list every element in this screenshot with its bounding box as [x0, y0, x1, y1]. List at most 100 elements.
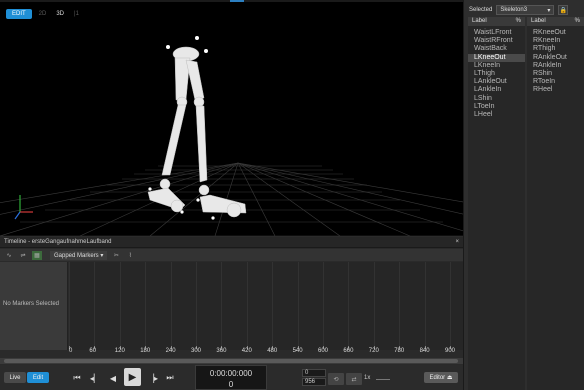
- grid-line: [399, 262, 401, 350]
- fill-gap-icon[interactable]: ⌇: [125, 251, 135, 260]
- ruler-tick-label: 600: [318, 348, 329, 354]
- header-label: Label: [472, 18, 487, 24]
- bounce-icon[interactable]: ⇄: [346, 373, 362, 385]
- label-item[interactable]: LAnkleOut: [468, 78, 525, 86]
- label-item[interactable]: LAnkleIn: [468, 86, 525, 94]
- selected-row: Selected Skeleton3 ▾ 🔒: [469, 5, 569, 15]
- label-item[interactable]: RShin: [527, 70, 584, 78]
- play-reverse-icon[interactable]: ◀: [106, 372, 120, 384]
- skip-to-end-icon[interactable]: ⏭: [163, 372, 177, 384]
- tab-edit[interactable]: EDIT: [6, 9, 32, 19]
- header-percent: %: [515, 18, 521, 24]
- label-column-header: Label %: [527, 17, 584, 26]
- ruler-tick-label: 60: [89, 348, 97, 354]
- label-item[interactable]: LToeIn: [468, 103, 525, 111]
- label-item[interactable]: RAnkleOut: [527, 54, 584, 62]
- label-item[interactable]: RThigh: [527, 45, 584, 53]
- labeling-panel: Selected Skeleton3 ▾ 🔒 Label % WaistLFro…: [463, 0, 584, 390]
- floor-grid: [0, 162, 463, 236]
- play-button[interactable]: ▶: [124, 368, 141, 386]
- grid-line: [297, 262, 299, 350]
- timeline-scrollbar[interactable]: [0, 358, 463, 364]
- ruler-tick-label: 480: [267, 348, 278, 354]
- link-icon[interactable]: ⇌: [18, 251, 28, 260]
- label-item[interactable]: LThigh: [468, 70, 525, 78]
- label-item[interactable]: WaistBack: [468, 45, 525, 53]
- tab-2d[interactable]: 2D: [36, 10, 50, 18]
- grid-line: [119, 262, 121, 350]
- frame-ruler[interactable]: 0 60 120 180 240 300 360 420 480 540 600 660 720 780 8…: [69, 346, 463, 357]
- skeleton-legs: [147, 46, 247, 218]
- grid-line: [170, 262, 172, 350]
- grid-icon[interactable]: ▦: [32, 250, 42, 260]
- grid-line: [196, 262, 197, 350]
- transport-bar: Live Edit ⏮ ◂▏ ◀ ▶ ▕▸ ⏭ 0:00:00:000 0 0 …: [0, 365, 463, 390]
- 3d-viewport[interactable]: EDIT 2D 3D |1: [0, 0, 463, 236]
- selected-label: Selected: [469, 7, 493, 13]
- label-column-header: Label %: [468, 17, 525, 26]
- grid-line: [69, 262, 70, 350]
- label-item[interactable]: RKneeIn: [527, 37, 584, 45]
- label-item[interactable]: RAnkleIn: [527, 62, 584, 70]
- speed-value[interactable]: 1x: [364, 375, 370, 381]
- label-item[interactable]: LShin: [468, 95, 525, 103]
- timeline-panel: Timeline - ersteGangaufnahmeLaufband × ∿…: [0, 237, 463, 365]
- label-column-left: Label % WaistLFront WaistRFront WaistBac…: [468, 17, 525, 390]
- label-item-selected[interactable]: LKneeOut: [468, 53, 525, 62]
- ruler-tick-label: 780: [394, 348, 405, 354]
- lock-icon[interactable]: 🔒: [558, 5, 569, 15]
- marker-list-pane: No Markers Selected: [0, 262, 68, 350]
- editor-button[interactable]: Editor ⏏: [424, 372, 458, 383]
- ruler-tick-label: 840: [419, 348, 430, 354]
- scrollbar-thumb[interactable]: [4, 359, 458, 363]
- grid-line: [424, 262, 426, 350]
- timeline-graph[interactable]: [69, 262, 463, 350]
- label-item[interactable]: RHeel: [527, 86, 584, 94]
- chevron-down-icon: ▾: [547, 7, 551, 14]
- frame-value: 0: [228, 380, 234, 389]
- label-item[interactable]: LHeel: [468, 111, 525, 119]
- viewport-top-handle[interactable]: [230, 0, 244, 2]
- skip-to-start-icon[interactable]: ⏮: [70, 372, 84, 384]
- label-column-right: Label % RKneeOut RKneeIn RThigh RAnkleOu…: [527, 17, 584, 390]
- grid-line: [373, 262, 375, 350]
- grid-line: [145, 262, 147, 350]
- grid-line: [221, 262, 223, 350]
- ruler-tick-label: 540: [292, 348, 303, 354]
- label-item[interactable]: WaistRFront: [468, 37, 525, 45]
- tab-3d[interactable]: 3D: [53, 10, 67, 18]
- ruler-tick-label: 360: [216, 348, 227, 354]
- label-item[interactable]: LKneeIn: [468, 62, 525, 70]
- previous-frame-icon[interactable]: ◂▏: [88, 372, 102, 384]
- ruler-tick-label: 300: [191, 348, 202, 354]
- ruler-tick-label: 120: [114, 348, 125, 354]
- next-frame-icon[interactable]: ▕▸: [146, 372, 160, 384]
- grid-line: [94, 262, 96, 350]
- grid-line: [348, 262, 350, 350]
- start-frame-field[interactable]: 0: [302, 369, 326, 377]
- close-icon[interactable]: ×: [455, 239, 459, 245]
- label-item[interactable]: RToeIn: [527, 78, 584, 86]
- ruler-tick-label: 240: [165, 348, 176, 354]
- label-item[interactable]: RKneeOut: [527, 29, 584, 37]
- label-item[interactable]: WaistLFront: [468, 29, 525, 37]
- live-button[interactable]: Live: [4, 372, 26, 383]
- ruler-tick-label: 180: [140, 348, 151, 354]
- ruler-tick-label: 900: [445, 348, 456, 354]
- timecode-value: 0:00:00:000: [209, 369, 253, 378]
- end-frame-field[interactable]: 956: [302, 378, 326, 386]
- gapped-markers-dropdown[interactable]: Gapped Markers ▾: [50, 250, 108, 260]
- speed-slider[interactable]: [376, 379, 390, 380]
- ruler-tick-label: 420: [241, 348, 252, 354]
- edit-button[interactable]: Edit: [27, 372, 49, 383]
- curve-icon[interactable]: ∿: [4, 251, 14, 260]
- skeleton-select[interactable]: Skeleton3 ▾: [496, 5, 555, 15]
- header-label: Label: [531, 18, 546, 24]
- header-percent: %: [574, 18, 580, 24]
- scissors-icon[interactable]: ✂: [111, 251, 121, 260]
- label-list: RKneeOut RKneeIn RThigh RAnkleOut RAnkle…: [527, 26, 584, 95]
- loop-icon[interactable]: ⟲: [328, 373, 344, 385]
- ruler-tick-label: 0: [69, 348, 73, 354]
- tab-split[interactable]: |1: [71, 10, 82, 18]
- skeleton-select-value: Skeleton3: [500, 7, 528, 13]
